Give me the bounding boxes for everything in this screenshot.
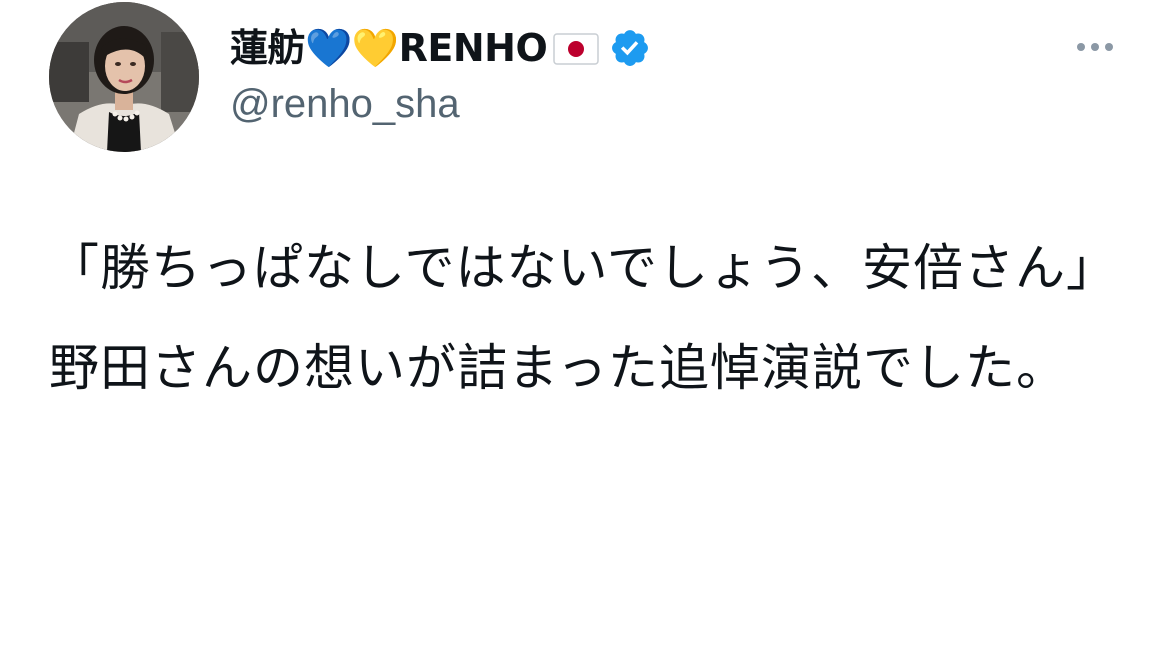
tweet-paragraph: 「勝ちっぱなしではないでしょう、安倍さん」 [49, 239, 1117, 297]
author-display-name[interactable]: 蓮舫💙💛RENHO [230, 22, 548, 74]
avatar-image [49, 2, 199, 152]
author-handle[interactable]: @renho_sha [230, 78, 460, 130]
tweet-text: 「勝ちっぱなしではないでしょう、安倍さん」 野田さんの想いが詰まった追悼演説でし… [49, 225, 1119, 411]
tweet: 蓮舫💙💛RENHO @renho_sha 「勝ちっぱなしではないでしょう、安倍さ… [0, 0, 1169, 649]
verified-badge-icon [609, 27, 651, 69]
tweet-paragraph: 野田さんの想いが詰まった追悼演説でした。 [49, 339, 1067, 397]
japan-flag-icon [553, 33, 600, 65]
more-options-icon[interactable] [1074, 32, 1116, 62]
author-name-row: 蓮舫💙💛RENHO [230, 22, 651, 74]
avatar[interactable] [49, 2, 199, 152]
